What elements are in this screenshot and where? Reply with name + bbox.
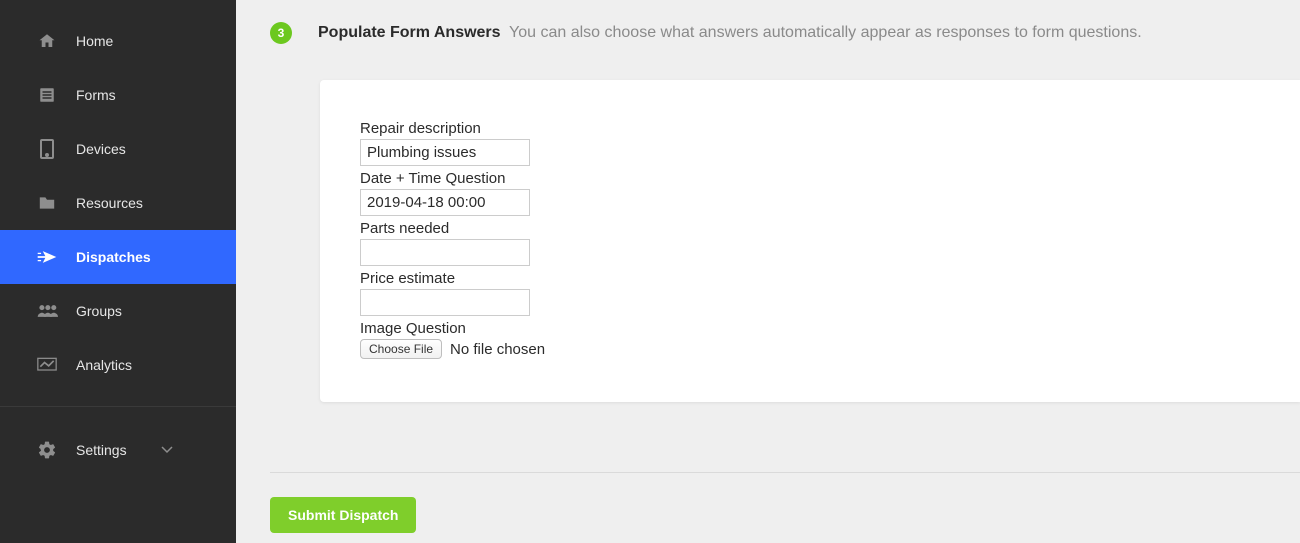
sidebar-item-home[interactable]: Home (0, 14, 236, 68)
sidebar-item-label: Groups (76, 303, 122, 319)
gear-icon (36, 439, 58, 461)
field-repair-description: Repair description (360, 120, 1260, 166)
field-price-estimate: Price estimate (360, 270, 1260, 316)
step-title: Populate Form Answers You can also choos… (318, 24, 1142, 42)
sidebar-item-label: Forms (76, 87, 116, 103)
form-panel: Repair description Date + Time Question … (320, 80, 1300, 402)
choose-file-button[interactable]: Choose File (360, 339, 442, 359)
sidebar-item-label: Dispatches (76, 249, 151, 265)
sidebar-divider (0, 406, 236, 407)
divider (270, 472, 1300, 473)
sidebar-item-settings[interactable]: Settings (0, 423, 236, 477)
field-parts-needed: Parts needed (360, 220, 1260, 266)
file-status-text: No file chosen (450, 341, 545, 358)
field-label: Parts needed (360, 220, 1260, 237)
field-label: Repair description (360, 120, 1260, 137)
sidebar-item-forms[interactable]: Forms (0, 68, 236, 122)
sidebar-item-dispatches[interactable]: Dispatches (0, 230, 236, 284)
sidebar-item-resources[interactable]: Resources (0, 176, 236, 230)
field-label: Image Question (360, 320, 1260, 337)
field-image-question: Image Question Choose File No file chose… (360, 320, 1260, 359)
step-header: 3 Populate Form Answers You can also cho… (270, 22, 1300, 44)
step-number-badge: 3 (270, 22, 292, 44)
chevron-down-icon (161, 446, 173, 454)
submit-dispatch-button[interactable]: Submit Dispatch (270, 497, 416, 533)
field-label: Date + Time Question (360, 170, 1260, 187)
list-icon (36, 84, 58, 106)
parts-needed-input[interactable] (360, 239, 530, 266)
settings-label: Settings (76, 442, 127, 458)
repair-description-input[interactable] (360, 139, 530, 166)
groups-icon (36, 300, 58, 322)
file-input-row: Choose File No file chosen (360, 339, 1260, 359)
nav-list: Home Forms Devices Resources (0, 0, 236, 392)
sidebar-item-label: Resources (76, 195, 143, 211)
field-date-time: Date + Time Question (360, 170, 1260, 216)
date-time-input[interactable] (360, 189, 530, 216)
step-description: You can also choose what answers automat… (509, 24, 1142, 41)
folder-icon (36, 192, 58, 214)
chart-icon (36, 354, 58, 376)
sidebar: Home Forms Devices Resources (0, 0, 236, 543)
price-estimate-input[interactable] (360, 289, 530, 316)
field-label: Price estimate (360, 270, 1260, 287)
step-title-text: Populate Form Answers (318, 24, 501, 41)
main-content: 3 Populate Form Answers You can also cho… (236, 0, 1300, 543)
sidebar-item-label: Home (76, 33, 113, 49)
home-icon (36, 30, 58, 52)
sidebar-item-devices[interactable]: Devices (0, 122, 236, 176)
sidebar-item-analytics[interactable]: Analytics (0, 338, 236, 392)
sidebar-item-label: Analytics (76, 357, 132, 373)
send-icon (36, 246, 58, 268)
sidebar-item-groups[interactable]: Groups (0, 284, 236, 338)
sidebar-item-label: Devices (76, 141, 126, 157)
device-icon (36, 138, 58, 160)
